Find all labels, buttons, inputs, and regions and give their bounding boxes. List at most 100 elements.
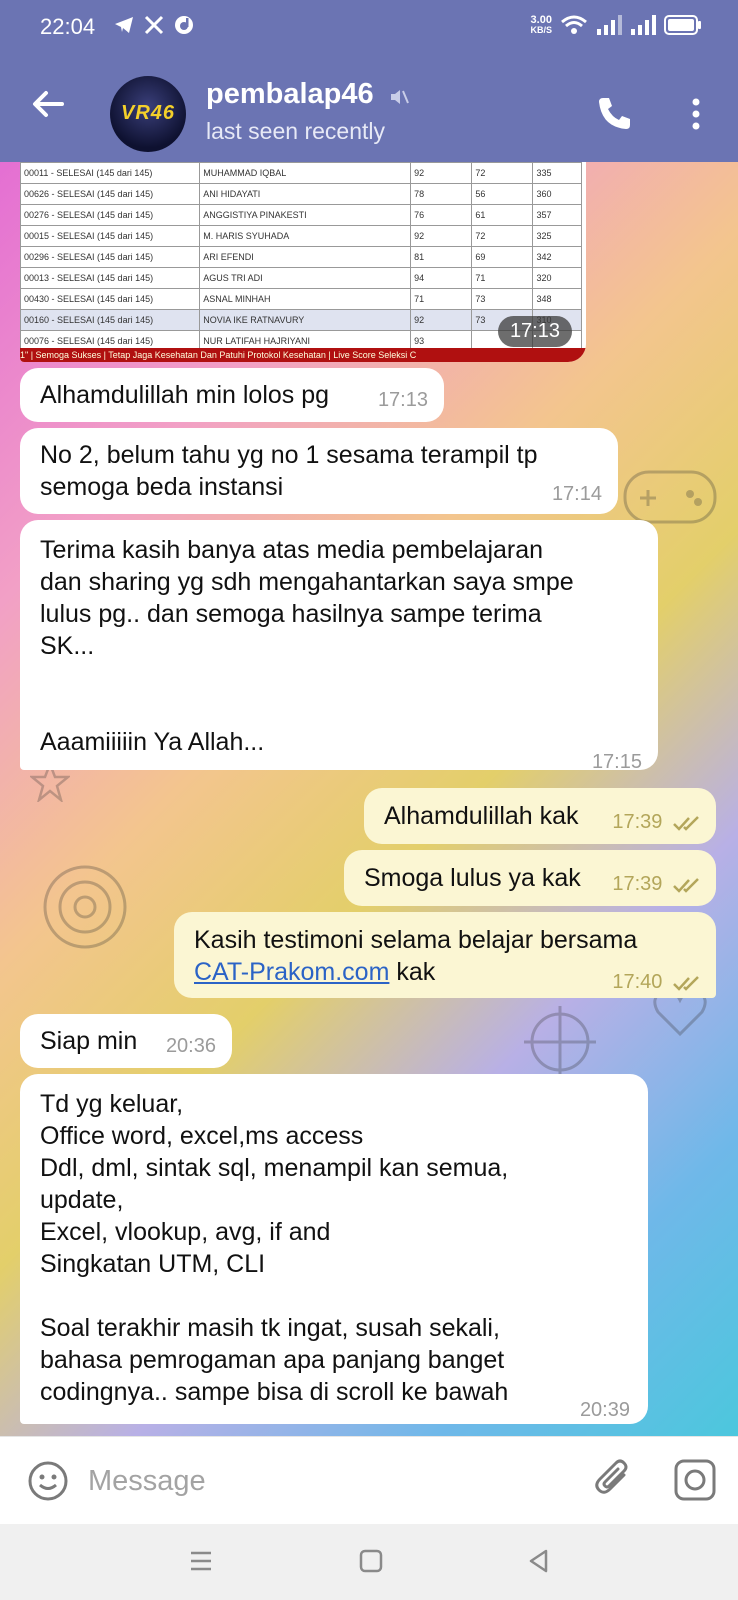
message-bubble-incoming[interactable]: No 2, belum tahu yg no 1 sesama terampil… [20, 428, 618, 514]
message-time: 17:14 [551, 483, 602, 505]
image-table-cell: 348 [532, 288, 582, 310]
image-table-cell: NOVIA IKE RATNAVURY [199, 309, 412, 331]
message-bubble-incoming[interactable]: Terima kasih banya atas media pembelajar… [20, 520, 658, 773]
emoji-icon[interactable] [26, 1459, 70, 1503]
message-input[interactable] [88, 1457, 568, 1505]
image-table-cell: ANI HIDAYATI [199, 183, 412, 205]
message-meta: 17:39 [612, 806, 702, 838]
image-table-cell: 00013 - SELESAI (145 dari 145) [20, 267, 201, 289]
image-table-row: 00276 - SELESAI (145 dari 145) ANGGISTIYA… [20, 204, 582, 226]
image-table-row: 00011 - SELESAI (145 dari 145) MUHAMMAD I… [20, 162, 582, 184]
avatar[interactable]: VR46 [110, 76, 186, 152]
attach-icon[interactable] [592, 1457, 636, 1501]
doodle-target-icon [43, 865, 127, 949]
image-table-cell: 320 [532, 267, 582, 289]
image-table-cell: 78 [410, 183, 473, 205]
image-table-cell: 325 [532, 225, 582, 247]
message-text: No 2, belum tahu yg no 1 sesama terampil… [40, 441, 538, 501]
message-text: Td yg keluar, Office word, excel,ms acce… [40, 1090, 509, 1406]
image-table-cell: 69 [471, 246, 534, 268]
image-table-cell: 360 [532, 183, 582, 205]
message-bubble-incoming[interactable]: Alhamdulillah min lolos pg 17:13 [20, 368, 444, 422]
message-time: 17:15 [591, 751, 642, 773]
image-table-row: 00013 - SELESAI (145 dari 145) AGUS TRI A… [20, 267, 582, 289]
image-table-cell: 56 [471, 183, 534, 205]
status-bar: 22:04 3.00 KB/S [0, 0, 738, 56]
image-table-cell: 71 [471, 267, 534, 289]
image-table-cell: ARI EFENDI [199, 246, 412, 268]
image-table-cell: 92 [410, 162, 473, 184]
chat-subtitle: last seen recently [206, 118, 385, 144]
image-time: 17:13 [497, 316, 572, 347]
message-text: Alhamdulillah kak [384, 802, 579, 830]
image-table-row: 00015 - SELESAI (145 dari 145) M. HARIS S… [20, 225, 582, 247]
wifi-icon [561, 15, 587, 34]
message-meta: 17:40 [612, 966, 702, 998]
message-text: Siap min [40, 1027, 138, 1055]
message-meta: 17:39 [612, 868, 702, 900]
back-arrow-icon[interactable] [28, 84, 68, 124]
message-bubble-outgoing[interactable]: Smoga lulus ya kak 17:39 [344, 850, 716, 906]
chat-title[interactable]: pembalap46 [206, 78, 374, 111]
image-table-cell: M. HARIS SYUHADA [199, 225, 412, 247]
image-table-cell: 76 [410, 204, 473, 226]
image-table: 00011 - SELESAI (145 dari 145) MUHAMMAD I… [20, 162, 582, 352]
menu-icon[interactable] [186, 1546, 216, 1576]
image-table-row: 00430 - SELESAI (145 dari 145) ASNAL MINH… [20, 288, 582, 310]
message-bubble-incoming[interactable]: Siap min 20:36 [20, 1014, 232, 1068]
image-table-cell: 71 [410, 288, 473, 310]
home-icon[interactable] [356, 1546, 386, 1576]
image-table-cell: 00160 - SELESAI (145 dari 145) [20, 309, 201, 331]
image-table-cell: 94 [410, 267, 473, 289]
image-table-cell: 00015 - SELESAI (145 dari 145) [20, 225, 201, 247]
image-table-cell: MUHAMMAD IQBAL [199, 162, 412, 184]
system-nav-bar [0, 1524, 738, 1600]
image-table-cell: 00430 - SELESAI (145 dari 145) [20, 288, 201, 310]
net-speed-value: 3.00 [530, 14, 552, 26]
image-table-cell: 72 [471, 225, 534, 247]
image-table-cell: 357 [532, 204, 582, 226]
doodle-crosshair-icon [524, 1006, 596, 1078]
message-input-bar [0, 1436, 738, 1524]
image-table-cell: 00296 - SELESAI (145 dari 145) [20, 246, 201, 268]
avatar-text: VR46 [120, 102, 176, 124]
message-bubble-outgoing[interactable]: Alhamdulillah kak 17:39 [364, 788, 716, 844]
signal-icon [631, 15, 656, 35]
image-table-cell: 92 [410, 225, 473, 247]
image-table-cell: 335 [532, 162, 582, 184]
more-vertical-icon[interactable] [684, 96, 708, 132]
battery-icon [664, 15, 701, 35]
message-text: Terima kasih banya atas media pembelajar… [40, 536, 574, 756]
muted-icon [391, 90, 409, 104]
image-table-cell: 00626 - SELESAI (145 dari 145) [20, 183, 201, 205]
message-time: 17:39 [612, 811, 663, 833]
d-app-icon [175, 16, 193, 34]
back-icon[interactable] [524, 1546, 554, 1576]
double-check-icon [673, 975, 699, 991]
double-check-icon [673, 815, 699, 831]
message-bubble-incoming[interactable]: Td yg keluar, Office word, excel,ms acce… [20, 1074, 648, 1424]
signal-icon [597, 15, 622, 35]
status-time: 22:04 [40, 14, 96, 39]
message-link[interactable]: CAT-Prakom.com [194, 958, 389, 986]
message-time: 20:36 [165, 1035, 216, 1057]
camera-icon[interactable] [672, 1457, 718, 1503]
message-text-suffix: kak [389, 958, 436, 986]
message-time: 17:39 [612, 873, 663, 895]
phone-icon[interactable] [594, 94, 634, 134]
image-message[interactable]: 00011 - SELESAI (145 dari 145) MUHAMMAD I… [20, 162, 586, 362]
x-icon [144, 15, 164, 35]
image-table-cell: 61 [471, 204, 534, 226]
message-time: 17:40 [612, 971, 663, 993]
image-ticker: 1" | Semoga Sukses | Tetap Jaga Kesehata… [20, 348, 586, 362]
image-table-cell: AGUS TRI ADI [199, 267, 412, 289]
status-left-icons [114, 15, 194, 35]
image-table-cell: 81 [410, 246, 473, 268]
message-bubble-outgoing[interactable]: Kasih testimoni selama belajar bersama C… [174, 912, 716, 998]
image-table-cell: ANGGISTIYA PINAKESTI [199, 204, 412, 226]
net-speed: 3.00 KB/S [530, 14, 552, 36]
message-text: Smoga lulus ya kak [364, 864, 581, 892]
double-check-icon [673, 877, 699, 893]
image-table-cell: 00276 - SELESAI (145 dari 145) [20, 204, 201, 226]
message-time: 17:13 [377, 389, 428, 411]
